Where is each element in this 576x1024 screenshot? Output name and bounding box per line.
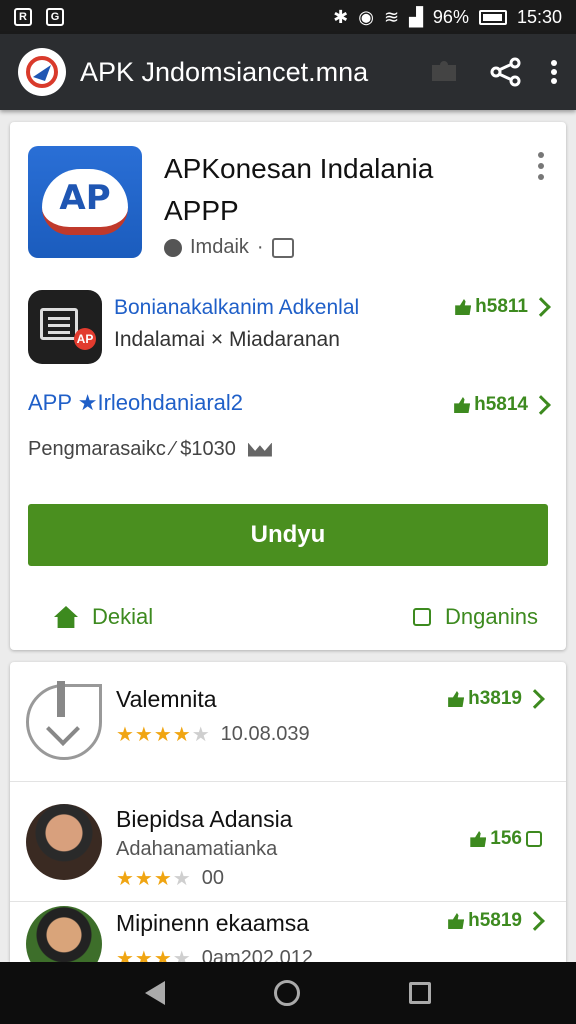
list-item[interactable]: Biepidsa Adansia Adahanamatianka ★★★★ 00…	[10, 782, 566, 902]
list-item-title: Valemnita	[116, 686, 217, 712]
list-item-rating: ★★★★ 00	[116, 867, 224, 890]
thumbs-up-icon	[455, 299, 472, 315]
thumbs-up-icon	[454, 397, 471, 413]
share-icon[interactable]	[490, 57, 522, 87]
list-item-stat: h5819	[448, 910, 545, 932]
content-rating-icon	[271, 237, 294, 258]
clock: 15:30	[516, 6, 562, 27]
signal-icon: ▟	[409, 6, 423, 27]
list-item-stat: 156	[470, 828, 542, 850]
app-category-link[interactable]: APP ★Irleohdaniaral2	[28, 390, 243, 416]
related-app-subtitle: Indalamai × Miadaranan	[114, 328, 340, 351]
related-app-badge: AP	[74, 328, 96, 350]
star-rating-icon: ★★★★★	[116, 724, 211, 746]
install-button[interactable]: Undyu	[28, 504, 548, 566]
app-overflow-menu-icon[interactable]	[538, 152, 544, 180]
notification-icon-2: G	[46, 8, 64, 26]
wishlist-icon[interactable]	[247, 442, 272, 457]
list-item[interactable]: Valemnita ★★★★★ 10.08.039 h3819	[10, 662, 566, 782]
chevron-right-icon	[525, 911, 545, 931]
overflow-menu-icon[interactable]	[550, 59, 558, 85]
price-row: Pengmarasaikc ⁄ $1030	[28, 438, 272, 461]
home-action-button[interactable]: Dekial	[54, 604, 153, 630]
status-bar: R G ✱ ◉ ≋ ▟ ⁠96% 15:30	[0, 0, 576, 34]
price-text: Pengmarasaikc ⁄ $1030	[28, 438, 236, 460]
star-rating-icon: ★★★★	[116, 948, 192, 962]
app-icon-text: AP	[42, 169, 128, 235]
toolbar-title: APK Jndomsiancet.mna	[80, 56, 369, 87]
alarm-icon: ◉	[358, 6, 374, 27]
recents-icon[interactable]	[409, 982, 432, 1004]
list-item-title: Biepidsa Adansia	[116, 806, 293, 832]
app-detail-card: AP APKonesan Indalania APPP Imdaik · AP …	[10, 122, 566, 650]
checkbox-action-button[interactable]: Dnganins	[413, 604, 538, 630]
related-app-stat: h5811	[455, 296, 551, 318]
app-icon: AP	[28, 146, 142, 258]
list-item-rating: ★★★★ 0am202.012	[116, 946, 313, 962]
wifi-icon: ≋	[383, 6, 400, 27]
app-title-line1: APKonesan Indalania	[164, 153, 434, 184]
home-nav-icon[interactable]	[273, 980, 300, 1006]
star-rating-icon: ★★★★	[116, 868, 192, 890]
back-icon[interactable]	[144, 981, 165, 1005]
chevron-right-icon	[531, 297, 551, 317]
puzzle-icon[interactable]	[428, 59, 462, 85]
related-app-row[interactable]: AP Bonianakalkanim Adkenlal Indalamai × …	[28, 290, 551, 370]
card-actions: Dekial Dnganins	[10, 592, 566, 642]
download-icon	[26, 681, 102, 760]
related-app-icon: AP	[28, 290, 102, 364]
app-title-line2: APPP	[164, 195, 239, 226]
thumbs-up-icon	[448, 691, 465, 707]
home-icon	[54, 606, 78, 628]
thumbs-up-icon	[448, 913, 465, 929]
notification-icon: R	[14, 8, 32, 26]
bluetooth-icon: ✱	[333, 6, 349, 27]
related-app-title: Bonianakalkanim Adkenlal	[114, 296, 360, 319]
developer-icon	[164, 238, 182, 257]
avatar	[26, 906, 102, 962]
app-list: Valemnita ★★★★★ 10.08.039 h3819 Biepidsa…	[10, 662, 566, 962]
list-item[interactable]: Mipinenn ekaamsa ★★★★ 0am202.012 h5819	[10, 902, 566, 962]
app-title: APKonesan Indalania APPP	[164, 148, 504, 232]
store-logo-icon[interactable]	[18, 48, 66, 96]
thumbs-up-icon	[470, 831, 487, 847]
developer-name: Imdaik	[190, 236, 249, 258]
battery-icon	[478, 9, 507, 25]
app-line-stat: h5814	[454, 394, 551, 416]
app-toolbar: APK Jndomsiancet.mna	[0, 34, 576, 110]
box-icon	[526, 831, 542, 847]
system-nav-bar	[0, 962, 576, 1024]
list-item-stat: h3819	[448, 688, 545, 710]
list-item-title: Mipinenn ekaamsa	[116, 910, 310, 936]
checkbox-icon	[413, 608, 432, 626]
avatar	[26, 804, 102, 880]
chevron-right-icon	[525, 689, 545, 709]
app-developer-row[interactable]: Imdaik ·	[164, 236, 294, 259]
chevron-right-icon	[531, 395, 551, 415]
list-item-rating: ★★★★★ 10.08.039	[116, 723, 310, 746]
battery-percent: ⁠96%	[432, 6, 469, 27]
list-item-subtitle: Adahanamatianka	[116, 838, 278, 860]
